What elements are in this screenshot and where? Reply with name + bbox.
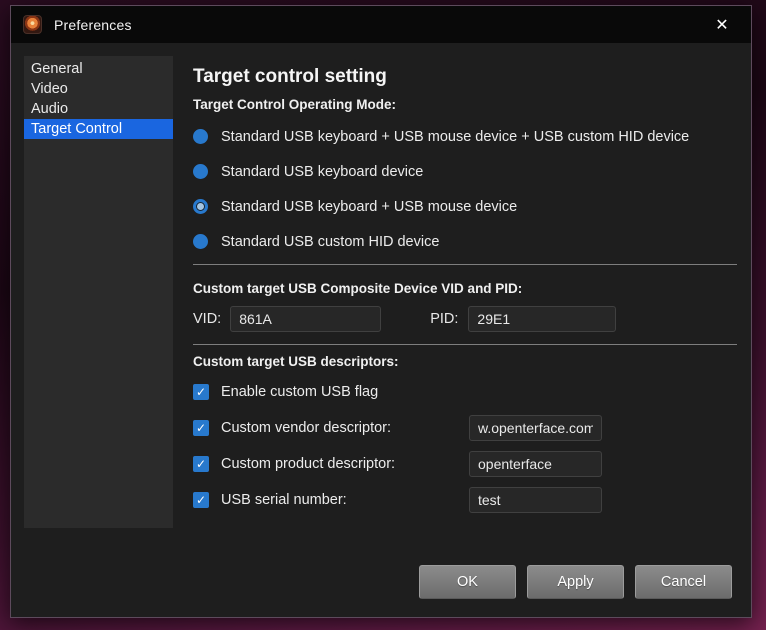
checkbox-label: USB serial number: [221, 492, 347, 508]
vid-pid-section-label: Custom target USB Composite Device VID a… [193, 281, 737, 296]
separator [193, 264, 737, 265]
vendor-descriptor-input[interactable] [469, 415, 602, 441]
close-icon[interactable]: ✕ [705, 10, 739, 40]
cancel-button[interactable]: Cancel [635, 565, 732, 599]
checkbox-label: Custom vendor descriptor: [221, 420, 391, 436]
pid-label: PID: [430, 311, 458, 327]
serial-number-input[interactable] [469, 487, 602, 513]
apply-button[interactable]: Apply [527, 565, 624, 599]
radio-unselected-icon[interactable] [193, 164, 208, 179]
titlebar[interactable]: Preferences ✕ [11, 6, 751, 43]
vid-label: VID: [193, 311, 221, 327]
custom-vendor-descriptor-row: ✓ Custom vendor descriptor: [193, 415, 737, 441]
checkbox-checked-icon[interactable]: ✓ [193, 384, 209, 400]
enable-custom-usb-flag-row: ✓ Enable custom USB flag [193, 379, 737, 405]
desktop-background: Preferences ✕ General Video Audio Target… [0, 0, 766, 630]
preferences-window: Preferences ✕ General Video Audio Target… [10, 5, 752, 618]
product-descriptor-input[interactable] [469, 451, 602, 477]
separator [193, 344, 737, 345]
custom-product-descriptor-row: ✓ Custom product descriptor: [193, 451, 737, 477]
sidebar-item-target-control[interactable]: Target Control [24, 119, 173, 139]
checkbox-checked-icon[interactable]: ✓ [193, 420, 209, 436]
radio-option-custom-hid[interactable]: Standard USB custom HID device [193, 231, 737, 252]
checkbox-checked-icon[interactable]: ✓ [193, 492, 209, 508]
descriptors-section-label: Custom target USB descriptors: [193, 354, 737, 369]
pid-input[interactable] [468, 306, 616, 332]
content-panel: Target control setting Target Control Op… [193, 56, 737, 513]
vid-input[interactable] [230, 306, 381, 332]
radio-option-label: Standard USB custom HID device [221, 234, 439, 250]
operating-mode-section-label: Target Control Operating Mode: [193, 97, 737, 112]
radio-option-label: Standard USB keyboard + USB mouse device [221, 199, 517, 215]
vid-pid-row: VID: PID: [193, 305, 737, 332]
radio-selected-icon[interactable] [193, 199, 208, 214]
radio-unselected-icon[interactable] [193, 234, 208, 249]
page-title: Target control setting [193, 66, 737, 88]
checkbox-checked-icon[interactable]: ✓ [193, 456, 209, 472]
radio-option-label: Standard USB keyboard device [221, 164, 423, 180]
sidebar-item-video[interactable]: Video [24, 79, 173, 99]
dialog-button-row: OK Apply Cancel [419, 565, 732, 599]
window-title: Preferences [54, 17, 132, 33]
app-logo-icon [23, 15, 42, 34]
sidebar-item-audio[interactable]: Audio [24, 99, 173, 119]
radio-unselected-icon[interactable] [193, 129, 208, 144]
usb-serial-number-row: ✓ USB serial number: [193, 487, 737, 513]
checkbox-label: Custom product descriptor: [221, 456, 395, 472]
sidebar-item-general[interactable]: General [24, 59, 173, 79]
radio-option-kbd-mouse[interactable]: Standard USB keyboard + USB mouse device [193, 196, 737, 217]
radio-option-kbd-mouse-hid[interactable]: Standard USB keyboard + USB mouse device… [193, 126, 737, 147]
ok-button[interactable]: OK [419, 565, 516, 599]
radio-option-kbd-only[interactable]: Standard USB keyboard device [193, 161, 737, 182]
sidebar: General Video Audio Target Control [24, 56, 173, 528]
radio-option-label: Standard USB keyboard + USB mouse device… [221, 129, 689, 145]
checkbox-label: Enable custom USB flag [221, 384, 378, 400]
